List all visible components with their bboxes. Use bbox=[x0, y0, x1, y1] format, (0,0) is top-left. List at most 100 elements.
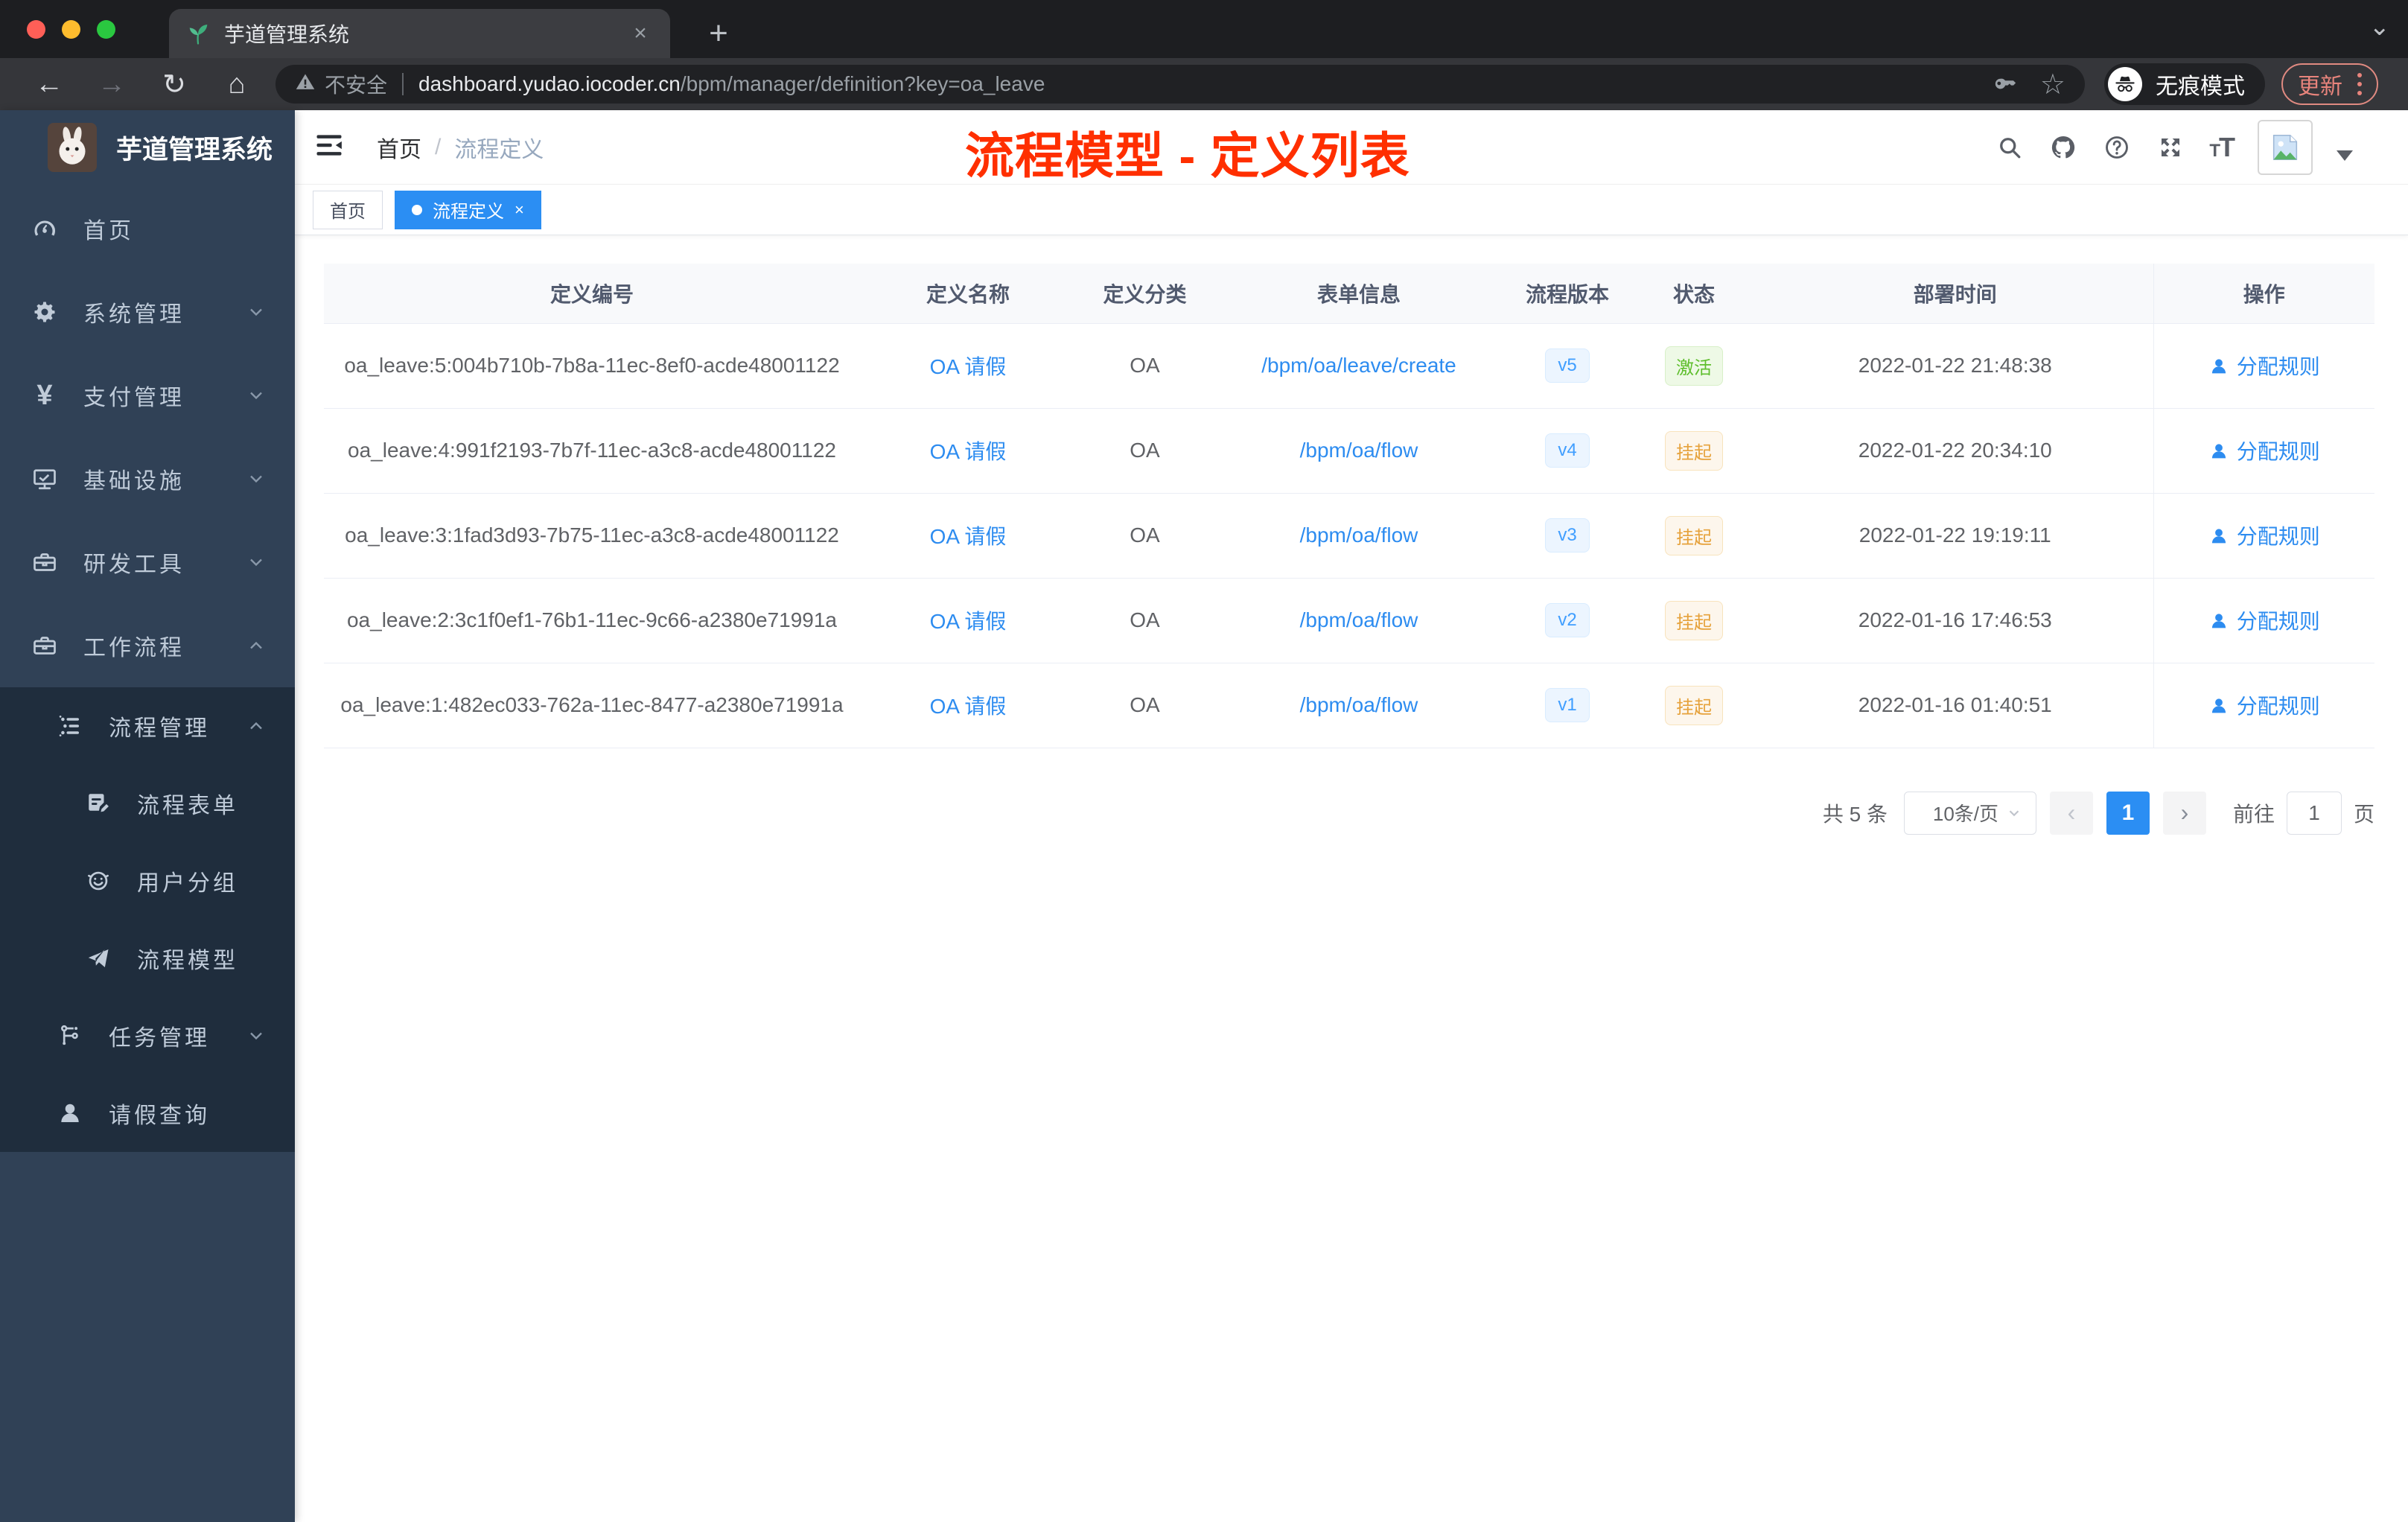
home-button[interactable]: ⌂ bbox=[206, 69, 268, 101]
window-minimize-button[interactable] bbox=[62, 20, 80, 39]
sidebar-item-用户分组[interactable]: 用户分组 bbox=[0, 842, 295, 920]
sprout-icon bbox=[185, 21, 211, 46]
column-header: 状态 bbox=[1631, 264, 1757, 324]
table-row: oa_leave:3:1fad3d93-7b75-11ec-a3c8-acde4… bbox=[324, 493, 2374, 579]
sidebar-item-系统管理[interactable]: 系统管理 bbox=[0, 270, 295, 354]
password-key-icon[interactable] bbox=[1993, 69, 2018, 100]
browser-toolbar: ← → ↻ ⌂ 不安全 dashboard.yudao.iocoder.cn /… bbox=[0, 58, 2408, 110]
assign-rule-link[interactable]: 分配规则 bbox=[2208, 610, 2320, 633]
sidebar-item-请假查询[interactable]: 请假查询 bbox=[0, 1074, 295, 1152]
user-avatar[interactable] bbox=[2258, 119, 2313, 175]
update-button[interactable]: 更新 bbox=[2281, 63, 2378, 105]
tag-view-流程定义[interactable]: 流程定义 × bbox=[395, 190, 541, 229]
table-row: oa_leave:1:482ec033-762a-11ec-8477-a2380… bbox=[324, 663, 2374, 748]
annotation-title: 流程模型 - 定义列表 bbox=[965, 128, 1410, 183]
tab-close-icon[interactable]: × bbox=[627, 21, 654, 46]
next-page-button[interactable]: › bbox=[2162, 791, 2206, 835]
form-info-link[interactable]: /bpm/oa/flow bbox=[1300, 439, 1418, 462]
breadcrumb-home[interactable]: 首页 bbox=[377, 131, 421, 164]
assign-rule-link[interactable]: 分配规则 bbox=[2208, 695, 2320, 718]
reload-button[interactable]: ↻ bbox=[143, 68, 206, 101]
goto-page-input[interactable] bbox=[2286, 791, 2342, 835]
chevron-down-icon bbox=[246, 385, 267, 406]
bookmark-star-icon[interactable]: ☆ bbox=[2040, 68, 2065, 101]
sidebar-item-流程管理[interactable]: 流程管理 bbox=[0, 687, 295, 765]
column-header: 流程版本 bbox=[1504, 264, 1631, 324]
window-zoom-button[interactable] bbox=[97, 20, 115, 39]
github-icon[interactable] bbox=[2048, 133, 2078, 162]
sidebar-item-基础设施[interactable]: 基础设施 bbox=[0, 437, 295, 520]
sidebar-item-研发工具[interactable]: 研发工具 bbox=[0, 520, 295, 604]
definition-category: OA bbox=[1130, 523, 1160, 547]
yen-icon: ¥ bbox=[36, 379, 53, 411]
app-logo-avatar bbox=[48, 123, 97, 172]
tab-title: 芋道管理系统 bbox=[224, 23, 350, 46]
sidebar-item-label: 工作流程 bbox=[83, 636, 185, 660]
incognito-icon bbox=[2108, 67, 2142, 101]
insecure-label[interactable]: 不安全 bbox=[325, 69, 387, 99]
tag-close-icon[interactable]: × bbox=[515, 200, 524, 220]
browser-menu-icon[interactable] bbox=[2357, 73, 2362, 95]
flow-icon bbox=[55, 1021, 85, 1051]
column-header: 定义编号 bbox=[324, 264, 860, 324]
assign-rule-label: 分配规则 bbox=[2236, 525, 2320, 548]
sidebar-item-label: 流程表单 bbox=[137, 794, 238, 818]
form-info-link[interactable]: /bpm/oa/flow bbox=[1300, 693, 1418, 716]
sidebar-item-label: 请假查询 bbox=[109, 1104, 210, 1128]
sidebar-item-流程模型[interactable]: 流程模型 bbox=[0, 920, 295, 997]
main-area: 首页 / 流程定义 TT 流程模型 - 定义列表 首页 流程定义 × 定义编号 … bbox=[295, 110, 2408, 1522]
forward-button[interactable]: → bbox=[80, 69, 143, 101]
sidebar-fold-icon[interactable] bbox=[313, 129, 350, 166]
assign-rule-link[interactable]: 分配规则 bbox=[2208, 525, 2320, 548]
current-page-button[interactable]: 1 bbox=[2106, 791, 2150, 835]
tag-view-首页[interactable]: 首页 bbox=[313, 190, 383, 229]
status-badge: 激活 bbox=[1665, 346, 1723, 386]
text-size-icon[interactable]: TT bbox=[2209, 132, 2235, 163]
form-info-link[interactable]: /bpm/oa/flow bbox=[1300, 523, 1418, 547]
page-size-select[interactable]: 10条/页 bbox=[1903, 791, 2036, 835]
sidebar-item-支付管理[interactable]: ¥ 支付管理 bbox=[0, 354, 295, 437]
window-close-button[interactable] bbox=[27, 20, 45, 39]
gear-icon bbox=[30, 297, 60, 327]
help-icon[interactable] bbox=[2102, 133, 2132, 162]
definition-name-link[interactable]: OA 请假 bbox=[930, 525, 1007, 548]
deploy-time: 2022-01-22 21:48:38 bbox=[1858, 354, 2052, 377]
browser-tab[interactable]: 芋道管理系统 × bbox=[169, 9, 670, 58]
window-controls[interactable] bbox=[27, 20, 115, 39]
sidebar-item-流程表单[interactable]: 流程表单 bbox=[0, 765, 295, 842]
assign-rule-label: 分配规则 bbox=[2236, 695, 2320, 718]
search-icon[interactable] bbox=[1995, 133, 2025, 162]
assign-rule-link[interactable]: 分配规则 bbox=[2208, 440, 2320, 463]
caret-down-icon[interactable] bbox=[2337, 150, 2353, 161]
definition-name-link[interactable]: OA 请假 bbox=[930, 695, 1007, 718]
toolbox-icon bbox=[30, 547, 60, 577]
sidebar-item-工作流程[interactable]: 工作流程 bbox=[0, 604, 295, 687]
assign-rule-link[interactable]: 分配规则 bbox=[2208, 355, 2320, 378]
definition-id: oa_leave:1:482ec033-762a-11ec-8477-a2380… bbox=[340, 693, 844, 716]
back-button[interactable]: ← bbox=[18, 69, 80, 101]
url-bar[interactable]: 不安全 dashboard.yudao.iocoder.cn /bpm/mana… bbox=[275, 65, 2085, 104]
definition-name-link[interactable]: OA 请假 bbox=[930, 610, 1007, 633]
sidebar-item-label: 首页 bbox=[83, 219, 134, 243]
new-tab-button[interactable]: + bbox=[698, 13, 739, 54]
form-info-link[interactable]: /bpm/oa/flow bbox=[1300, 608, 1418, 631]
chevron-down-icon bbox=[246, 1025, 267, 1046]
definition-name-link[interactable]: OA 请假 bbox=[930, 355, 1007, 378]
insecure-warning-icon[interactable] bbox=[295, 71, 316, 98]
column-header: 定义分类 bbox=[1076, 264, 1214, 324]
definition-name-link[interactable]: OA 请假 bbox=[930, 440, 1007, 463]
form-info-link[interactable]: /bpm/oa/leave/create bbox=[1261, 354, 1456, 377]
incognito-label: 无痕模式 bbox=[2156, 74, 2245, 99]
fullscreen-icon[interactable] bbox=[2156, 133, 2185, 162]
sidebar: 芋道管理系统 首页系统管理 ¥ 支付管理 基础设施 研发工具工作流程流程管理流程表单用户… bbox=[0, 110, 295, 1522]
sidebar-item-任务管理[interactable]: 任务管理 bbox=[0, 997, 295, 1074]
sidebar-logo-row[interactable]: 芋道管理系统 bbox=[0, 110, 295, 185]
tab-search-icon[interactable]: ⌄ bbox=[2369, 12, 2391, 42]
status-badge: 挂起 bbox=[1665, 430, 1723, 471]
incognito-badge: 无痕模式 bbox=[2104, 63, 2265, 105]
table-row: oa_leave:4:991f2193-7b7f-11ec-a3c8-acde4… bbox=[324, 408, 2374, 494]
sidebar-item-label: 任务管理 bbox=[109, 1026, 210, 1051]
prev-page-button[interactable]: ‹ bbox=[2049, 791, 2093, 835]
sidebar-item-首页[interactable]: 首页 bbox=[0, 187, 295, 270]
paper-plane-icon bbox=[83, 943, 113, 973]
